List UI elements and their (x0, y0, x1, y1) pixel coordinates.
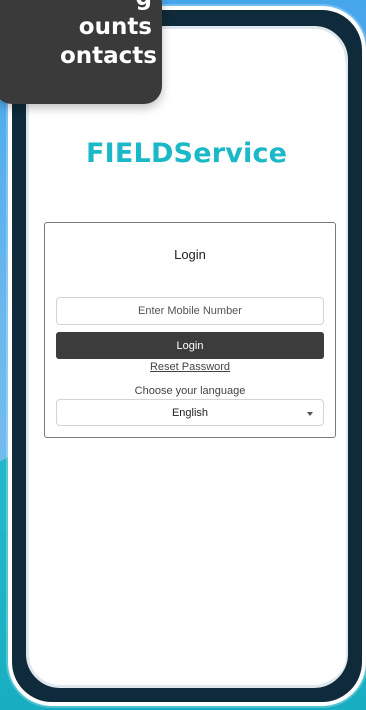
language-selected-value: English (171, 407, 209, 419)
phone-speaker (162, 34, 240, 38)
login-title: Login (174, 247, 206, 262)
promo-caption-line: ounts (78, 14, 152, 40)
login-button[interactable]: Login (56, 332, 324, 359)
language-label: Choose your language (134, 385, 246, 397)
promo-caption-line: g (0, 0, 152, 13)
promo-caption-line: ontacts (59, 43, 157, 69)
login-card: Login Login Reset Password Choose your l… (44, 222, 336, 438)
chevron-down-icon (307, 412, 313, 416)
promo-caption: g ounts ontacts (0, 0, 162, 104)
app-logo: FIELDService (86, 138, 288, 169)
mobile-number-input[interactable] (56, 297, 324, 325)
reset-password-link[interactable]: Reset Password (45, 361, 335, 373)
language-select[interactable]: English (56, 399, 324, 426)
